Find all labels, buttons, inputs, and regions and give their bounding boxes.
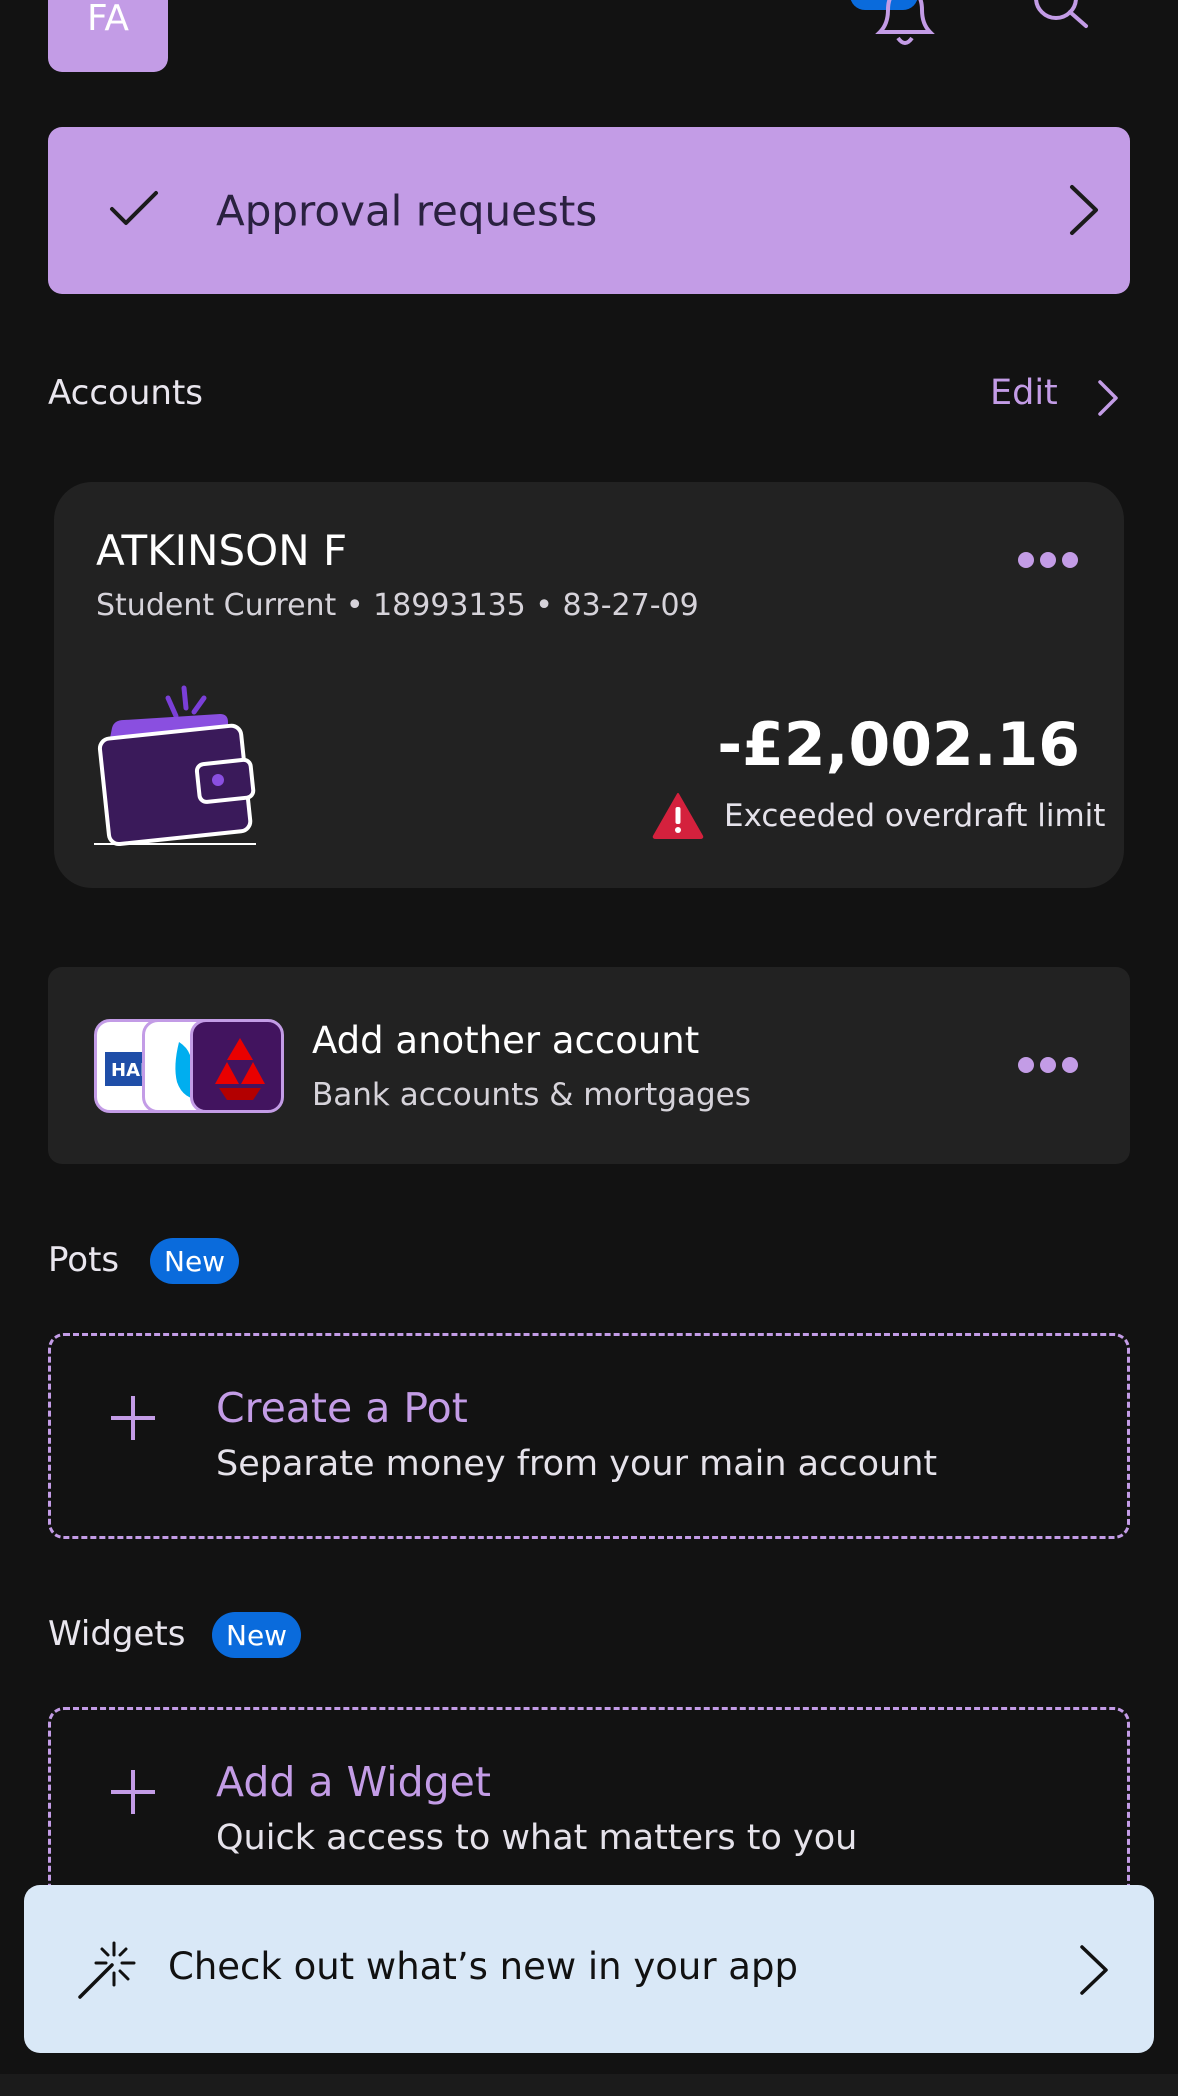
chevron-right-icon xyxy=(1080,1945,1108,1995)
natwest-logo xyxy=(190,1019,284,1113)
account-more-options-icon[interactable] xyxy=(1018,552,1078,572)
whats-new-label: Check out what’s new in your app xyxy=(168,1945,798,1988)
pots-new-badge: New xyxy=(150,1238,240,1284)
widgets-new-badge: New xyxy=(212,1612,302,1658)
wallet-icon xyxy=(94,685,256,847)
chevron-right-icon xyxy=(1070,185,1098,235)
plus-icon xyxy=(111,1770,155,1814)
bank-logos: HAL xyxy=(94,1019,289,1115)
widgets-heading: Widgets xyxy=(48,1614,186,1654)
plus-icon xyxy=(111,1396,155,1440)
add-widget-title: Add a Widget xyxy=(216,1758,491,1806)
whats-new-banner[interactable]: Check out what’s new in your app xyxy=(24,1885,1154,2053)
check-icon xyxy=(110,191,158,225)
add-account-title: Add another account xyxy=(312,1019,700,1062)
add-widget-button[interactable]: Add a Widget Quick access to what matter… xyxy=(48,1707,1130,1913)
add-account-subtitle: Bank accounts & mortgages xyxy=(312,1077,751,1113)
overdraft-warning-text: Exceeded overdraft limit xyxy=(724,798,1106,834)
account-details: Student Current • 18993135 • 83-27-09 xyxy=(96,588,699,623)
sparkle-wand-icon xyxy=(78,1941,136,1999)
create-pot-subtitle: Separate money from your main account xyxy=(216,1444,938,1484)
bottom-nav-edge xyxy=(0,2074,1178,2096)
edit-accounts-link[interactable]: Edit xyxy=(990,373,1058,413)
account-holder-name: ATKINSON F xyxy=(96,526,348,575)
avatar-initials: FA xyxy=(86,0,130,39)
search-icon[interactable] xyxy=(1030,0,1090,44)
accounts-heading: Accounts xyxy=(48,373,203,413)
profile-avatar[interactable]: FA xyxy=(48,0,168,72)
create-pot-button[interactable]: Create a Pot Separate money from your ma… xyxy=(48,1333,1130,1539)
add-widget-subtitle: Quick access to what matters to you xyxy=(216,1818,858,1858)
warning-icon xyxy=(652,793,704,839)
create-pot-title: Create a Pot xyxy=(216,1384,468,1432)
home-screen: FA Approval requests Accounts Edit ATKIN… xyxy=(0,0,1178,2096)
bell-icon[interactable] xyxy=(870,0,940,52)
add-account-more-options-icon[interactable] xyxy=(1018,1057,1078,1077)
chevron-right-icon[interactable] xyxy=(1092,378,1122,418)
approval-requests-label: Approval requests xyxy=(216,186,598,235)
pots-heading: Pots xyxy=(48,1240,120,1280)
account-balance: -£2,002.16 xyxy=(717,710,1080,780)
account-card[interactable]: ATKINSON F Student Current • 18993135 • … xyxy=(54,482,1124,888)
approval-requests-button[interactable]: Approval requests xyxy=(48,127,1130,294)
add-account-card[interactable]: HAL Add another account Bank accounts & … xyxy=(48,967,1130,1164)
